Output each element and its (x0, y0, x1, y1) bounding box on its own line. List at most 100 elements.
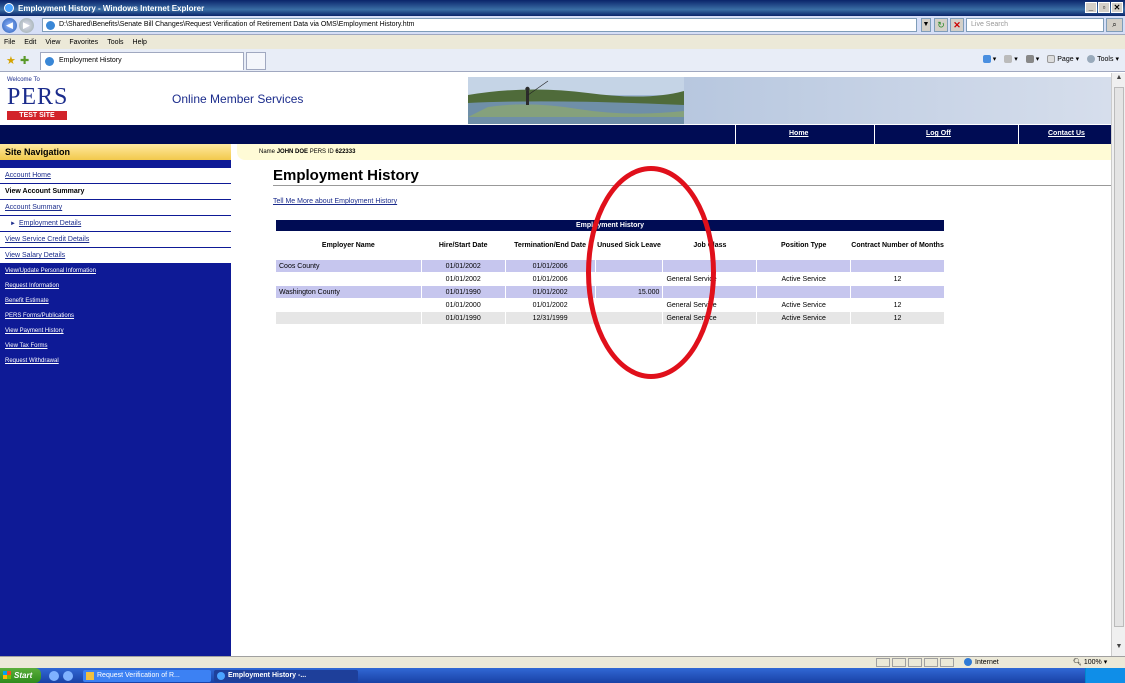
tools-menu[interactable]: Tools ▾ (1087, 55, 1119, 63)
start-button[interactable]: Start (0, 668, 41, 683)
refresh-button[interactable]: ↻ (934, 18, 948, 32)
address-dropdown-button[interactable]: ▼ (921, 18, 931, 32)
tab-employment-history[interactable]: Employment History (40, 52, 244, 70)
sidebar-link-request-information[interactable]: Request Information (0, 279, 231, 294)
member-id: 622333 (335, 149, 356, 155)
show-desktop-icon[interactable] (49, 670, 59, 681)
nav-contact-link[interactable]: Contact Us (1048, 130, 1085, 137)
status-pane (940, 658, 954, 667)
site-header: Welcome To PERS TEST SITE Online Member … (0, 73, 1111, 125)
sidebar-link-request-withdrawal[interactable]: Request Withdrawal (0, 354, 231, 369)
test-site-badge: TEST SITE (7, 111, 67, 120)
cell-employer: Washington County (275, 285, 422, 299)
taskbar-button-label: Request Verification of R... (97, 671, 180, 679)
menu-file[interactable]: File (4, 39, 15, 46)
sidebar-heading: Site Navigation (0, 144, 231, 160)
forward-button[interactable]: ▶ (19, 17, 34, 33)
menu-favorites[interactable]: Favorites (69, 39, 98, 46)
tell-me-more-link[interactable]: Tell Me More about Employment History (273, 198, 397, 205)
nav-home-link[interactable]: Home (789, 130, 808, 137)
feeds-command[interactable]: ▾ (1004, 55, 1018, 63)
scroll-thumb[interactable] (1114, 87, 1124, 627)
home-icon (982, 55, 991, 63)
status-pane (876, 658, 890, 667)
restore-button[interactable]: ▫ (1098, 2, 1110, 13)
sidebar-item-account-home[interactable]: Account Home (0, 168, 231, 184)
favorites-star-icon[interactable]: ★ (6, 54, 16, 67)
search-input[interactable]: Live Search (966, 18, 1104, 32)
member-id-label: PERS ID (309, 149, 334, 155)
sidebar-item-label[interactable]: View Salary Details (5, 252, 65, 259)
status-bar: Internet 🔍︎ 100% ▾ (0, 656, 1125, 668)
sidebar-item-salary-details[interactable]: View Salary Details (0, 248, 231, 264)
minimize-button[interactable]: _ (1085, 2, 1097, 13)
col-header-contract-months: Contract Number of Months (851, 242, 944, 249)
taskbar-button-folder[interactable]: Request Verification of R... (83, 669, 211, 682)
print-command[interactable]: ▾ (1025, 55, 1039, 63)
stop-button[interactable]: ✕ (950, 18, 964, 32)
windows-logo-icon (3, 671, 11, 679)
window-title: Employment History - Windows Internet Ex… (18, 3, 205, 13)
cell-contract-months: 12 (850, 272, 945, 286)
scroll-up-icon[interactable]: ▲ (1113, 74, 1125, 86)
triangle-right-icon: ► (10, 221, 16, 227)
status-pane (908, 658, 922, 667)
sidebar-link-benefit-estimate[interactable]: Benefit Estimate (0, 294, 231, 309)
sidebar-link-update-personal-info[interactable]: View/Update Personal Information (0, 264, 231, 279)
sidebar-section-view-account-summary: View Account Summary (0, 184, 231, 200)
sidebar-item-label[interactable]: View Service Credit Details (5, 236, 89, 243)
cell-hire-date: 01/01/1990 (420, 285, 506, 299)
sidebar-item-service-credit[interactable]: View Service Credit Details (0, 232, 231, 248)
taskbar-button-ie[interactable]: Employment History -... (214, 669, 358, 682)
zoom-level: 100% (1083, 659, 1102, 666)
ie-icon (4, 3, 14, 13)
ie-quicklaunch-icon[interactable] (63, 670, 73, 681)
menu-tools[interactable]: Tools (107, 39, 123, 46)
logo-text: PERS (7, 84, 69, 110)
col-header-position-type: Position Type (781, 242, 827, 249)
tab-label: Employment History (59, 57, 122, 64)
cell-employer (275, 298, 422, 312)
zoom-control[interactable]: 🔍︎ 100% ▾ (1073, 658, 1107, 666)
sidebar-item-employment-details[interactable]: ► Employment Details (0, 216, 231, 232)
home-command[interactable]: ▾ (982, 55, 996, 63)
title-divider (273, 185, 1111, 186)
cell-hire-date: 01/01/2002 (420, 259, 506, 273)
sidebar-link-tax-forms[interactable]: View Tax Forms (0, 339, 231, 354)
vertical-scrollbar[interactable]: ▲ ▼ (1111, 73, 1125, 656)
globe-icon (964, 658, 972, 666)
page-menu[interactable]: Page ▾ (1047, 55, 1079, 63)
close-button[interactable]: ✕ (1111, 2, 1123, 13)
search-button[interactable]: ⌕ (1106, 18, 1123, 32)
add-favorites-icon[interactable]: ✚ (20, 54, 29, 67)
address-url: D:\Shared\Benefits\Senate Bill Changes\R… (59, 21, 415, 28)
status-panes (876, 658, 954, 667)
tab-page-icon (45, 57, 54, 66)
back-button[interactable]: ◀ (2, 17, 17, 33)
pers-logo[interactable]: Welcome To PERS TEST SITE (7, 77, 69, 121)
taskbar-button-label: Employment History -... (228, 671, 307, 679)
sidebar-item-label[interactable]: Account Home (5, 172, 51, 179)
ie-icon (217, 671, 225, 680)
security-zone[interactable]: Internet (964, 658, 999, 666)
sidebar-item-account-summary[interactable]: Account Summary (0, 200, 231, 216)
menu-view[interactable]: View (45, 39, 60, 46)
nav-logoff-link[interactable]: Log Off (926, 130, 951, 137)
top-nav: Home Log Off Contact Us (0, 125, 1111, 144)
sidebar-link-forms-publications[interactable]: PERS Forms/Publications (0, 309, 231, 324)
cell-end-date: 01/01/2002 (504, 285, 596, 299)
status-pane (892, 658, 906, 667)
sidebar-item-label[interactable]: Account Summary (5, 204, 62, 211)
page-title: Employment History (273, 167, 419, 184)
scroll-down-icon[interactable]: ▼ (1113, 643, 1125, 655)
menu-help[interactable]: Help (133, 39, 147, 46)
system-tray (1085, 668, 1125, 683)
address-field[interactable]: D:\Shared\Benefits\Senate Bill Changes\R… (42, 18, 917, 32)
print-icon (1025, 55, 1034, 63)
sidebar-link-payment-history[interactable]: View Payment History (0, 324, 231, 339)
cell-contract-months: 12 (850, 298, 945, 312)
cell-contract-months (850, 259, 945, 273)
new-tab-button[interactable] (246, 52, 266, 70)
menu-edit[interactable]: Edit (24, 39, 36, 46)
sidebar-item-label[interactable]: Employment Details (19, 220, 81, 227)
